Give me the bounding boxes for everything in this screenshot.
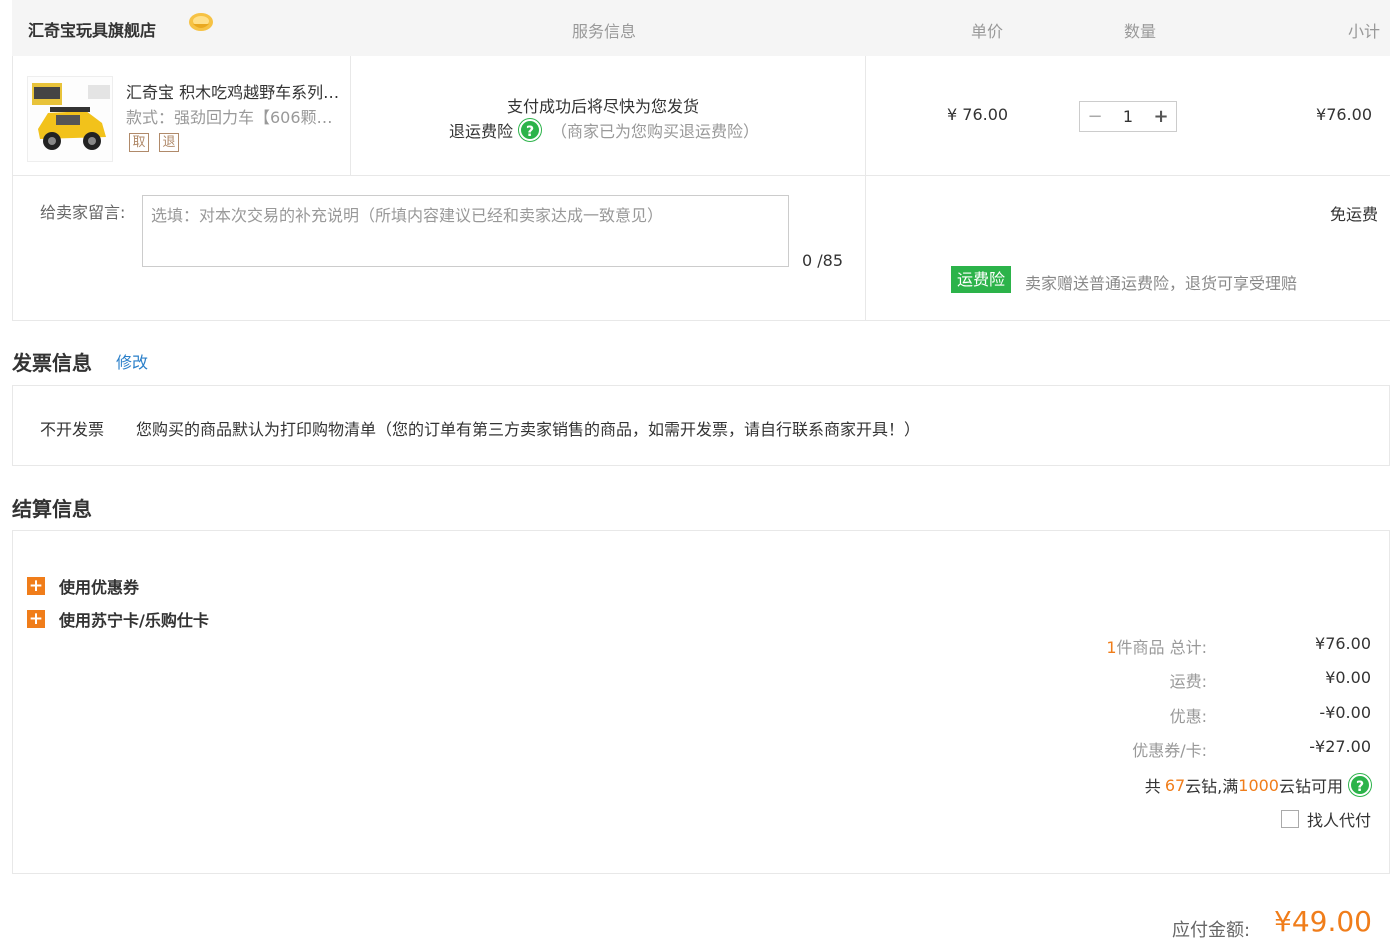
- col-service-header: 服务信息: [572, 22, 637, 41]
- invoice-type: 不开发票: [40, 420, 105, 439]
- use-coupon-toggle[interactable]: + 使用优惠券: [27, 574, 139, 598]
- invoice-description: 您购买的商品默认为打印购物清单（您的订单有第三方卖家销售的商品，如需开发票，请自…: [136, 420, 921, 439]
- store-header: 汇奇宝玩具旗舰店 服务信息 单价 数量 小计: [12, 0, 1390, 56]
- shipping-insurance-badge: 运费险: [951, 266, 1012, 293]
- message-char-count: 0 /85: [802, 251, 844, 270]
- free-shipping-text: 免运费: [1329, 205, 1378, 224]
- product-title[interactable]: 汇奇宝 积木吃鸡越野车系列…: [126, 79, 350, 103]
- seller-message-input[interactable]: [142, 195, 789, 267]
- settlement-box: + 使用优惠券 + 使用苏宁卡/乐购仕卡 1件商品 总计: ¥76.00 运费:…: [12, 530, 1390, 874]
- delivery-note: 支付成功后将尽快为您发货: [507, 97, 700, 116]
- message-label: 给卖家留言:: [40, 203, 126, 222]
- col-subtotal-header: 小计: [1347, 22, 1380, 41]
- quantity-input[interactable]: 1: [1110, 102, 1146, 131]
- decrease-button[interactable]: −: [1080, 102, 1110, 131]
- use-card-label: 使用苏宁卡/乐购仕卡: [59, 611, 209, 630]
- order-item-row: 汇奇宝 积木吃鸡越野车系列… 款式：强劲回力车【606颗… 取 退 支付成功后将…: [12, 56, 1390, 176]
- shipping-label: 运费:: [1169, 672, 1207, 691]
- plus-square-icon: +: [27, 609, 45, 629]
- divider: [865, 176, 866, 320]
- invoice-box: 不开发票 您购买的商品默认为打印购物清单（您的订单有第三方卖家销售的商品，如需开…: [12, 385, 1390, 466]
- store-name[interactable]: 汇奇宝玩具旗舰店: [28, 17, 156, 41]
- plus-square-icon: +: [27, 576, 45, 596]
- discount-value: -¥0.00: [1319, 703, 1371, 722]
- proxy-pay-label: 找人代付: [1306, 811, 1371, 830]
- increase-button[interactable]: +: [1146, 102, 1176, 131]
- return-tag: 退: [159, 133, 179, 152]
- diamond-prefix: 共: [1144, 777, 1161, 796]
- item-count: 1: [1106, 638, 1117, 657]
- proxy-pay-option[interactable]: 找人代付: [1280, 807, 1371, 831]
- total-label: 1件商品 总计:: [1106, 634, 1207, 658]
- quantity-stepper: − 1 +: [1079, 101, 1177, 132]
- col-unit-price-header: 单价: [971, 22, 1004, 41]
- discount-label: 优惠:: [1169, 707, 1207, 726]
- use-coupon-label: 使用优惠券: [59, 578, 140, 597]
- gold-crown-badge-icon: [189, 13, 213, 31]
- total-label-text: 件商品 总计:: [1116, 638, 1207, 657]
- question-circle-icon[interactable]: ?: [519, 119, 542, 141]
- cancel-tag: 取: [129, 133, 149, 152]
- divider: [865, 56, 866, 175]
- seller-message-row: 给卖家留言: 0 /85 免运费 运费险 卖家赠送普通运费险，退货可享受理赔: [12, 176, 1390, 321]
- invoice-section-title: 发票信息: [12, 351, 92, 375]
- diamond-count: 67: [1164, 775, 1186, 795]
- cloud-diamond-line: 共 67 云钻,满 1000 云钻可用 ?: [1145, 773, 1371, 797]
- use-card-toggle[interactable]: + 使用苏宁卡/乐购仕卡: [27, 607, 209, 631]
- divider: [350, 56, 351, 175]
- shipping-value: ¥0.00: [1325, 668, 1371, 687]
- coupon-label: 优惠券/卡:: [1132, 741, 1207, 760]
- col-quantity-header: 数量: [1124, 22, 1157, 41]
- unit-price: ¥ 76.00: [947, 105, 1009, 124]
- settlement-section-title: 结算信息: [12, 497, 92, 521]
- return-insurance-line: 退运费险 ? （商家已为您购买退运费险）: [449, 118, 759, 142]
- payable-label: 应付金额:: [1172, 920, 1251, 941]
- diamond-min: 1000: [1238, 775, 1279, 795]
- shipping-insurance-text: 卖家赠送普通运费险，退货可享受理赔: [1025, 274, 1298, 293]
- total-value: ¥76.00: [1315, 634, 1371, 653]
- proxy-pay-checkbox[interactable]: [1280, 810, 1299, 828]
- coupon-value: -¥27.00: [1309, 737, 1371, 756]
- invoice-edit-link[interactable]: 修改: [116, 349, 148, 373]
- item-subtotal: ¥76.00: [1316, 105, 1372, 124]
- return-insurance-label: 退运费险: [449, 122, 514, 141]
- product-spec: 款式：强劲回力车【606颗…: [126, 108, 333, 127]
- diamond-suffix: 云钻可用: [1278, 777, 1343, 796]
- toy-car-image: [28, 77, 112, 161]
- product-thumbnail[interactable]: [27, 76, 113, 162]
- diamond-mid: 云钻,满: [1185, 777, 1239, 796]
- payable-amount: ¥49.00: [1274, 905, 1372, 938]
- return-insurance-note: （商家已为您购买退运费险）: [551, 122, 760, 141]
- question-circle-icon[interactable]: ?: [1349, 774, 1371, 796]
